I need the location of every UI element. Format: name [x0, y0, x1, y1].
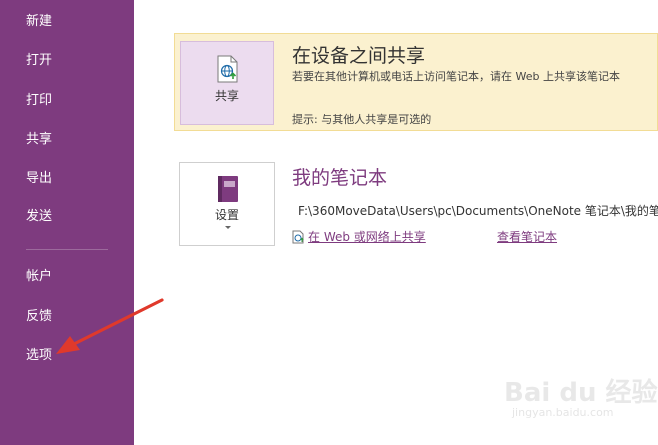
settings-button-label: 设置 [214, 208, 239, 222]
settings-button[interactable]: 设置 [179, 162, 275, 246]
share-button-label: 共享 [214, 89, 239, 103]
web-share-icon [292, 230, 306, 247]
share-button[interactable]: 共享 [180, 41, 274, 125]
sidebar-item-account[interactable]: 帐户 [26, 268, 52, 286]
share-title: 在设备之间共享 [292, 45, 426, 67]
sidebar-item-feedback[interactable]: 反馈 [26, 308, 52, 326]
view-notebook-link[interactable]: 查看笔记本 [497, 228, 557, 245]
sidebar-item-open[interactable]: 打开 [26, 52, 52, 70]
sidebar-divider [26, 249, 108, 250]
sidebar-item-send[interactable]: 发送 [26, 208, 52, 226]
backstage-sidebar: 新建 打开 打印 共享 导出 发送 帐户 反馈 选项 [0, 0, 134, 445]
notebook-path: F:\360MoveData\Users\pc\Documents\OneNot… [298, 204, 658, 218]
share-on-web-link[interactable]: 在 Web 或网络上共享 [292, 228, 426, 247]
share-description: 若要在其他计算机或电话上访问笔记本，请在 Web 上共享该笔记本 [292, 70, 620, 83]
chevron-down-icon [225, 226, 231, 229]
share-hint: 提示: 与其他人共享是可选的 [292, 113, 432, 126]
sidebar-item-print[interactable]: 打印 [26, 92, 52, 110]
sidebar-item-new[interactable]: 新建 [26, 13, 52, 31]
share-globe-icon [215, 55, 241, 87]
share-on-web-label: 在 Web 或网络上共享 [308, 230, 426, 244]
notebook-title: 我的笔记本 [292, 167, 388, 189]
sidebar-item-export[interactable]: 导出 [26, 170, 52, 188]
notebook-icon [215, 175, 241, 207]
annotation-arrow [56, 298, 164, 354]
sidebar-item-share[interactable]: 共享 [26, 131, 52, 149]
watermark-logo-text: Bai du 经验 [504, 378, 658, 408]
watermark-url: jingyan.baidu.com [512, 406, 614, 419]
sidebar-item-options[interactable]: 选项 [26, 347, 52, 365]
